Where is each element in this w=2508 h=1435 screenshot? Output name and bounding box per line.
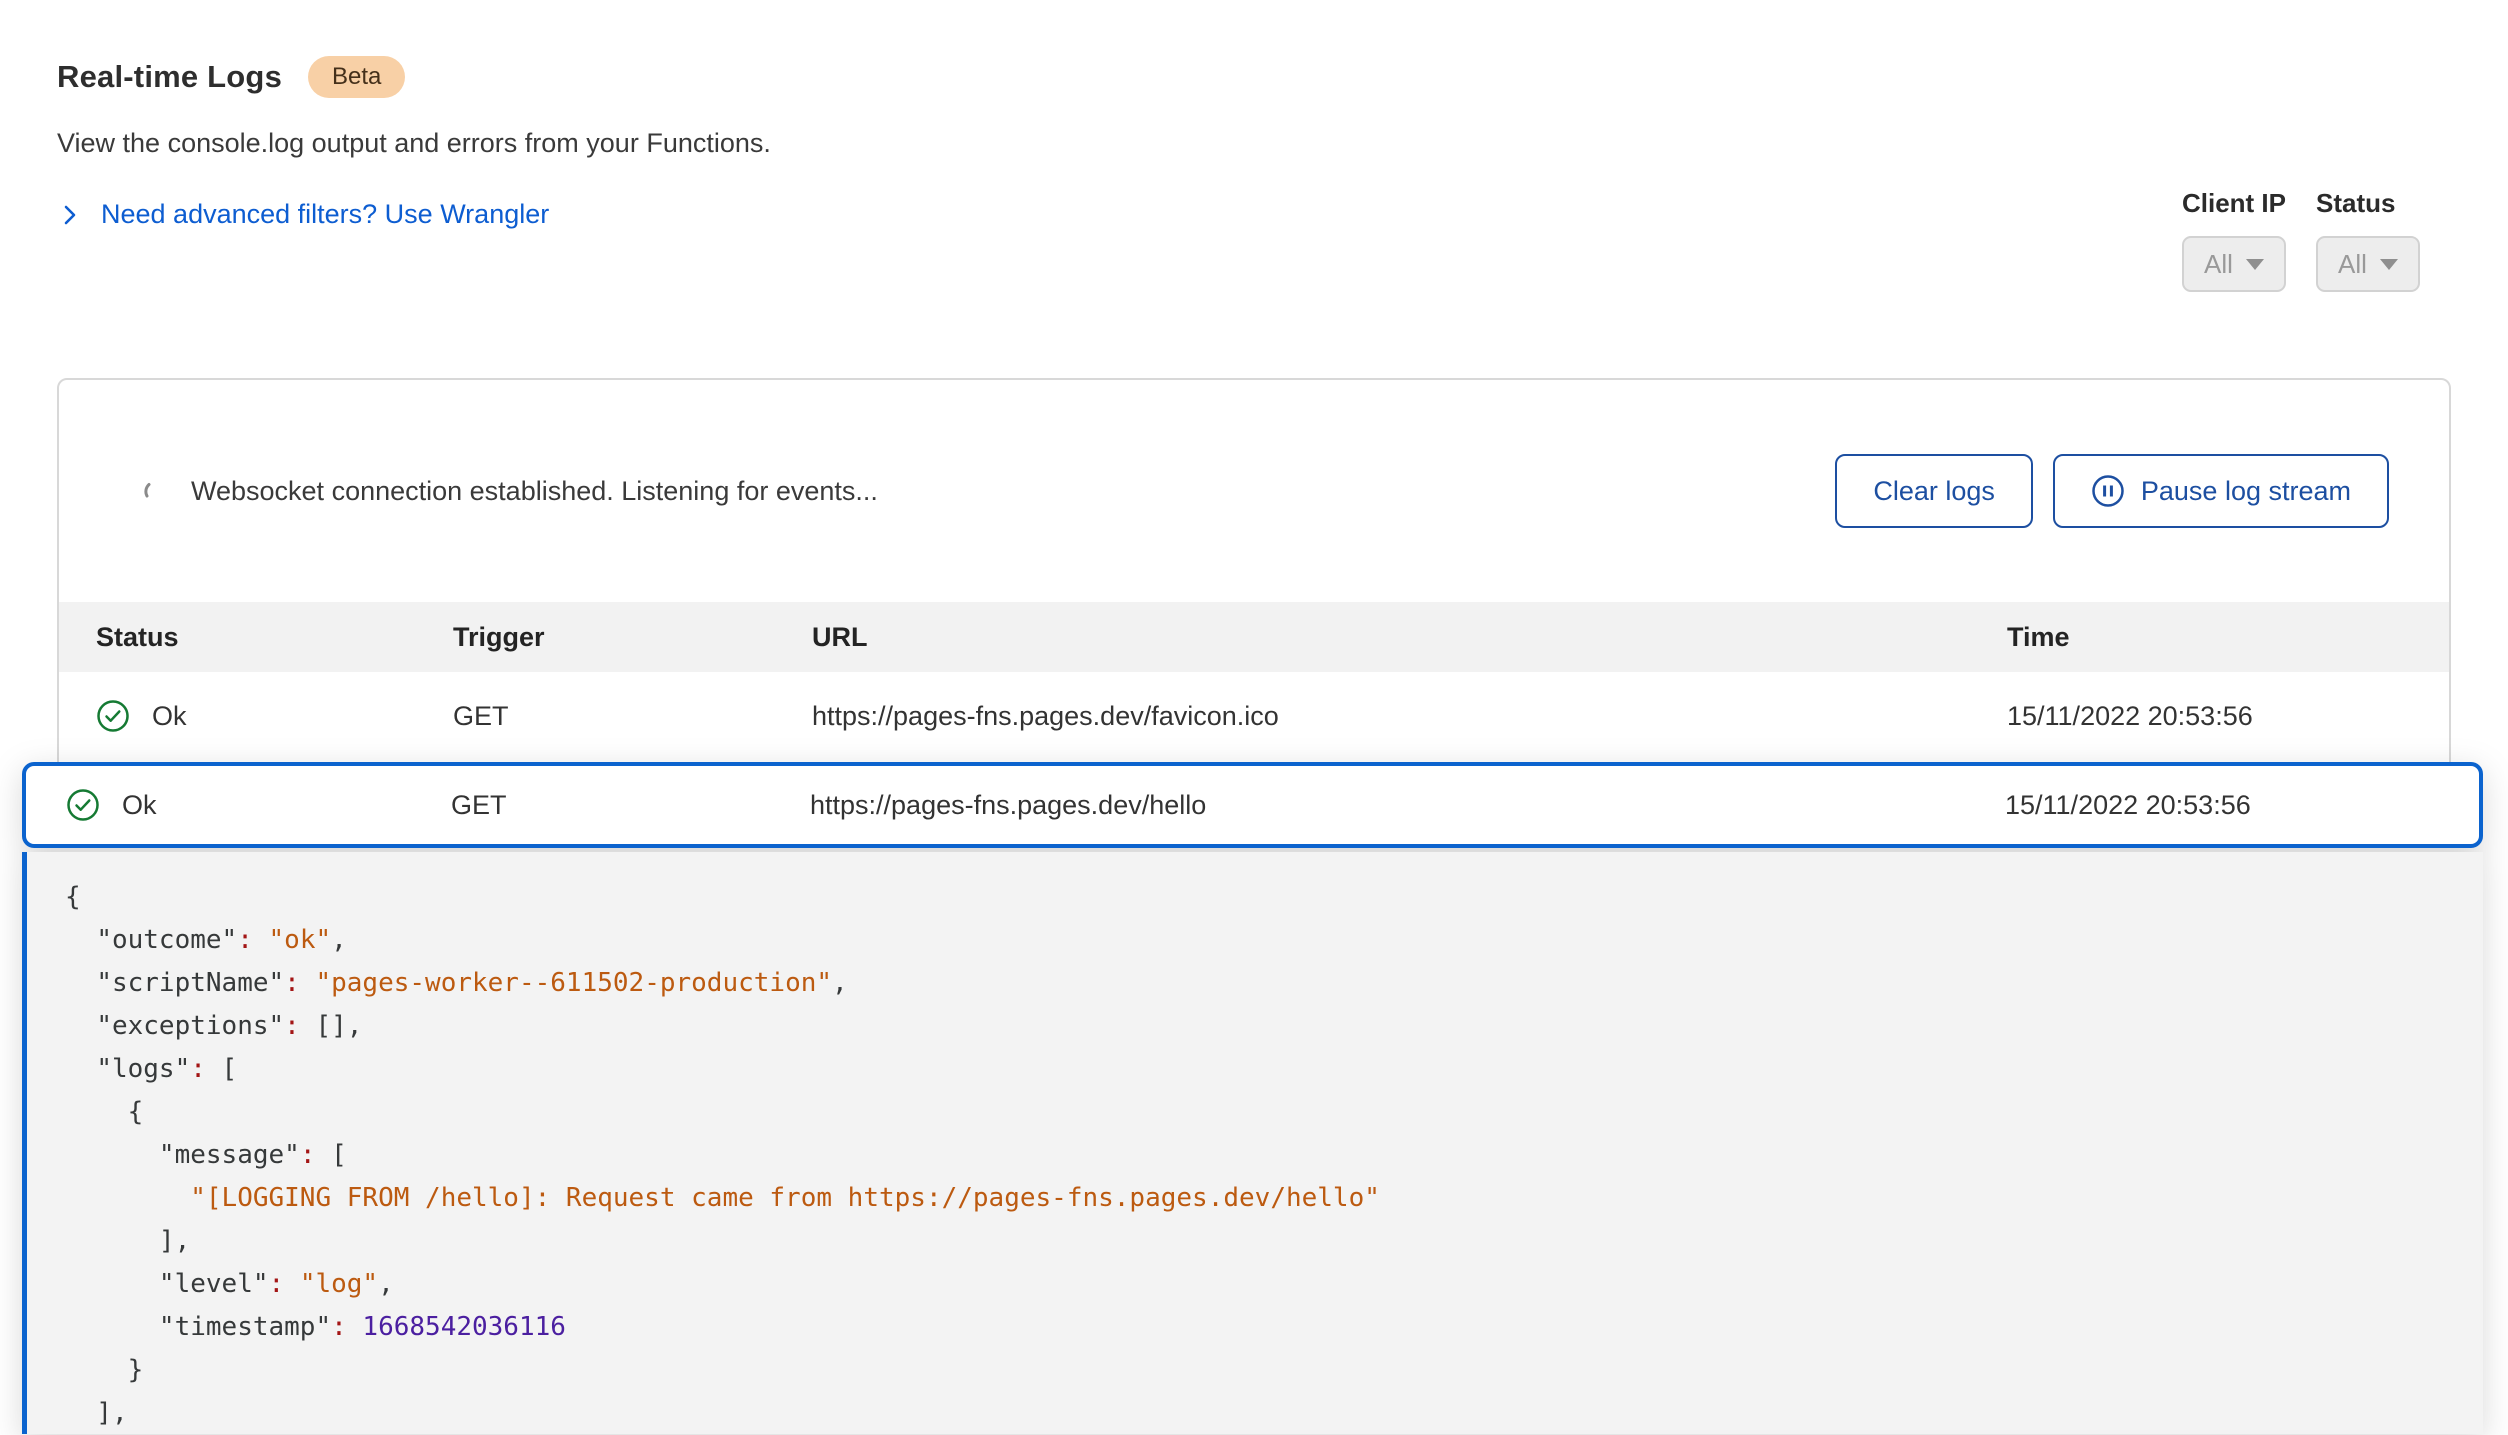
column-header-time: Time — [2007, 622, 2449, 653]
client-ip-filter: Client IP All — [2182, 188, 2286, 292]
page-title: Real-time Logs — [57, 59, 282, 95]
logs-panel: Websocket connection established. Listen… — [57, 378, 2451, 778]
spinner-icon — [141, 478, 167, 504]
caret-down-icon — [2246, 259, 2264, 270]
status-filter: Status All — [2316, 188, 2420, 292]
check-circle-icon — [66, 788, 100, 822]
check-circle-icon — [96, 699, 130, 733]
logs-toolbar: Websocket connection established. Listen… — [59, 380, 2449, 602]
caret-down-icon — [2380, 259, 2398, 270]
row-status: Ok — [152, 701, 187, 732]
log-table-row-selected[interactable]: Ok GET https://pages-fns.pages.dev/hello… — [22, 762, 2483, 848]
client-ip-label: Client IP — [2182, 188, 2286, 219]
column-header-status: Status — [96, 622, 453, 653]
clear-logs-button[interactable]: Clear logs — [1835, 454, 2033, 528]
row-trigger: GET — [453, 701, 812, 732]
status-label: Status — [2316, 188, 2420, 219]
wrangler-link-label: Need advanced filters? Use Wrangler — [101, 199, 549, 230]
chevron-right-icon — [57, 202, 83, 228]
expanded-log-entry: Ok GET https://pages-fns.pages.dev/hello… — [22, 762, 2483, 1434]
client-ip-dropdown[interactable]: All — [2182, 236, 2286, 292]
row-url: https://pages-fns.pages.dev/hello — [810, 790, 2005, 821]
column-header-trigger: Trigger — [453, 622, 812, 653]
page-subtitle: View the console.log output and errors f… — [57, 128, 771, 159]
pause-log-stream-label: Pause log stream — [2141, 476, 2351, 507]
pause-icon — [2091, 474, 2125, 508]
log-table-header: Status Trigger URL Time — [59, 602, 2449, 672]
log-table-row[interactable]: Ok GET https://pages-fns.pages.dev/favic… — [59, 672, 2449, 760]
pause-log-stream-button[interactable]: Pause log stream — [2053, 454, 2389, 528]
log-filters: Client IP All Status All — [2182, 188, 2420, 292]
client-ip-value: All — [2204, 249, 2233, 280]
websocket-status-text: Websocket connection established. Listen… — [191, 476, 878, 507]
clear-logs-label: Clear logs — [1873, 476, 1995, 507]
beta-badge: Beta — [308, 56, 405, 98]
column-header-url: URL — [812, 622, 2007, 653]
row-trigger: GET — [451, 790, 810, 821]
status-value: All — [2338, 249, 2367, 280]
row-time: 15/11/2022 20:53:56 — [2005, 790, 2479, 821]
row-time: 15/11/2022 20:53:56 — [2007, 701, 2449, 732]
status-dropdown[interactable]: All — [2316, 236, 2420, 292]
page-header: Real-time Logs Beta View the console.log… — [57, 56, 771, 230]
wrangler-advanced-filters-link[interactable]: Need advanced filters? Use Wrangler — [57, 199, 771, 230]
log-detail-json: { "outcome": "ok", "scriptName": "pages-… — [65, 876, 2483, 1435]
websocket-status: Websocket connection established. Listen… — [141, 476, 878, 507]
row-status: Ok — [122, 790, 157, 821]
row-url: https://pages-fns.pages.dev/favicon.ico — [812, 701, 2007, 732]
log-detail-panel: { "outcome": "ok", "scriptName": "pages-… — [22, 852, 2483, 1434]
